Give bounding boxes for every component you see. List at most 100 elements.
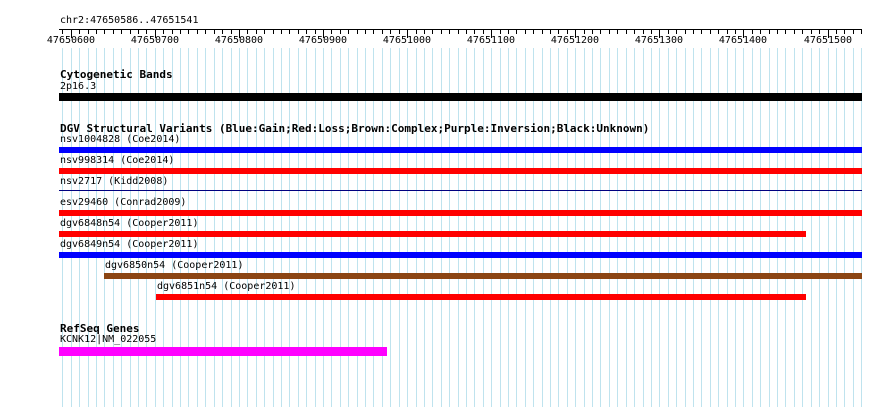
ruler-minor-tick xyxy=(752,30,753,34)
feature-label: nsv1004828 (Coe2014) xyxy=(60,134,181,145)
ruler-minor-tick xyxy=(365,30,366,34)
ruler-minor-tick xyxy=(357,30,358,34)
ruler-minor-tick xyxy=(651,30,652,34)
feature-bar[interactable] xyxy=(59,231,806,237)
ruler-tick-label: 47651500 xyxy=(803,35,853,46)
ruler-tick-label: 47651400 xyxy=(718,35,768,46)
ruler-minor-tick xyxy=(348,30,349,34)
ruler-minor-tick xyxy=(794,30,795,34)
feature-label: esv29460 (Conrad2009) xyxy=(60,197,187,208)
ruler-minor-tick xyxy=(844,30,845,34)
ruler-minor-tick xyxy=(264,30,265,34)
ruler-minor-tick xyxy=(676,30,677,34)
feature-label: KCNK12|NM_022055 xyxy=(60,334,157,345)
ruler-minor-tick xyxy=(617,30,618,34)
ruler-minor-tick xyxy=(416,30,417,34)
ruler-minor-tick xyxy=(289,30,290,34)
ruler-minor-tick xyxy=(600,30,601,34)
ruler-minor-tick xyxy=(861,30,862,34)
ruler-minor-tick xyxy=(113,30,114,34)
ruler-minor-tick xyxy=(188,30,189,34)
ruler-minor-tick xyxy=(727,30,728,34)
feature-label: 2p16.3 xyxy=(60,81,97,92)
ruler-tick-label: 47650900 xyxy=(298,35,348,46)
ruler-minor-tick xyxy=(525,30,526,34)
ruler-minor-tick xyxy=(567,30,568,34)
ruler-minor-tick xyxy=(777,30,778,34)
feature-bar[interactable] xyxy=(104,273,862,279)
ruler-tick-label: 47650800 xyxy=(214,35,264,46)
ruler-minor-tick xyxy=(785,30,786,34)
ruler-minor-tick xyxy=(205,30,206,34)
ruler-minor-tick xyxy=(685,30,686,34)
ruler-minor-tick xyxy=(533,30,534,34)
ruler-minor-tick xyxy=(180,30,181,34)
ruler-minor-tick xyxy=(516,30,517,34)
track-title-cytobands: Cytogenetic Bands xyxy=(60,68,173,81)
ruler-tick-label: 47651000 xyxy=(382,35,432,46)
ruler-minor-tick xyxy=(592,30,593,34)
ruler-minor-tick xyxy=(138,30,139,34)
ruler-minor-tick xyxy=(130,30,131,34)
ruler-minor-tick xyxy=(62,30,63,34)
ruler-minor-tick xyxy=(643,30,644,34)
genome-browser-view: chr2:47650586..47651541 47650600 47650700… xyxy=(0,0,890,407)
ruler-minor-tick xyxy=(769,30,770,34)
ruler-minor-tick xyxy=(466,30,467,34)
ruler-minor-tick xyxy=(163,30,164,34)
ruler-tick-label: 47650700 xyxy=(130,35,180,46)
ruler-minor-tick xyxy=(256,30,257,34)
ruler-minor-tick xyxy=(96,30,97,34)
ruler-minor-tick xyxy=(373,30,374,34)
ruler-minor-tick xyxy=(558,30,559,34)
ruler-minor-tick xyxy=(449,30,450,34)
feature-label: dgv6851n54 (Cooper2011) xyxy=(157,281,296,292)
ruler-minor-tick xyxy=(390,30,391,34)
ruler-minor-tick xyxy=(79,30,80,34)
feature-bar[interactable] xyxy=(59,147,862,153)
feature-bar[interactable] xyxy=(59,168,862,174)
feature-label: dgv6849n54 (Cooper2011) xyxy=(60,239,199,250)
feature-bar[interactable] xyxy=(156,294,806,300)
ruler-minor-tick xyxy=(802,30,803,34)
ruler-tick-label: 47650600 xyxy=(46,35,96,46)
ruler-minor-tick xyxy=(483,30,484,34)
feature-bar[interactable] xyxy=(59,347,387,356)
ruler-minor-tick xyxy=(584,30,585,34)
ruler-minor-tick xyxy=(146,30,147,34)
ruler-minor-tick xyxy=(735,30,736,34)
ruler-minor-tick xyxy=(214,30,215,34)
feature-bar[interactable] xyxy=(59,252,862,258)
feature-bar[interactable] xyxy=(59,93,862,101)
ruler-minor-tick xyxy=(281,30,282,34)
ruler-minor-tick xyxy=(382,30,383,34)
feature-label: nsv2717 (Kidd2008) xyxy=(60,176,169,187)
ruler-tick-label: 47651300 xyxy=(634,35,684,46)
ruler-minor-tick xyxy=(231,30,232,34)
ruler-minor-tick xyxy=(836,30,837,34)
ruler-minor-tick xyxy=(315,30,316,34)
ruler-minor-tick xyxy=(222,30,223,34)
ruler-minor-tick xyxy=(693,30,694,34)
ruler-minor-tick xyxy=(710,30,711,34)
ruler-minor-tick xyxy=(500,30,501,34)
ruler-minor-tick xyxy=(306,30,307,34)
ruler-minor-tick xyxy=(197,30,198,34)
ruler-minor-tick xyxy=(668,30,669,34)
ruler-minor-tick xyxy=(331,30,332,34)
ruler-minor-tick xyxy=(853,30,854,34)
ruler-minor-tick xyxy=(247,30,248,34)
ruler-minor-tick xyxy=(441,30,442,34)
feature-bar[interactable] xyxy=(59,210,862,216)
ruler-minor-tick xyxy=(340,30,341,34)
ruler-minor-tick xyxy=(424,30,425,34)
feature-bar[interactable] xyxy=(59,190,862,191)
ruler-minor-tick xyxy=(432,30,433,34)
ruler-minor-tick xyxy=(811,30,812,34)
ruler-minor-tick xyxy=(508,30,509,34)
coordinate-ruler: 47650600 47650700 47650800 47650900 47651000… xyxy=(0,0,890,48)
ruler-minor-tick xyxy=(172,30,173,34)
ruler-minor-tick xyxy=(399,30,400,34)
ruler-minor-tick xyxy=(626,30,627,34)
ruler-minor-tick xyxy=(550,30,551,34)
